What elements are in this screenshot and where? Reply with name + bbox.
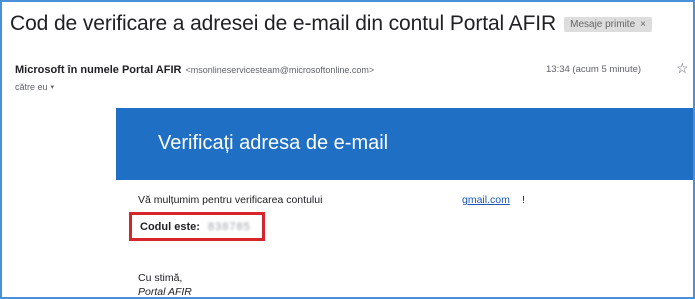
inbox-label-chip[interactable]: Mesaje primite × (564, 16, 652, 32)
banner-title: Verificați adresa de e-mail (158, 132, 389, 154)
thanks-text: Vă mulțumim pentru verificarea contului (138, 194, 323, 206)
code-label: Codul este: (140, 221, 200, 233)
sender-row: Microsoft în numele Portal AFIR <msonlin… (15, 64, 374, 76)
inbox-label-text: Mesaje primite (570, 18, 636, 30)
exclamation-mark: ! (522, 194, 525, 206)
message-body: Vă mulțumim pentru verificarea contului … (116, 180, 693, 298)
chevron-down-icon[interactable]: ▾ (51, 83, 55, 91)
close-icon[interactable]: × (640, 19, 646, 30)
signature: Portal AFIR (138, 286, 192, 298)
email-timestamp: 13:34 (acum 5 minute) (546, 64, 642, 75)
star-icon[interactable]: ☆ (676, 60, 689, 77)
sender-name[interactable]: Microsoft în numele Portal AFIR (15, 64, 181, 76)
subject-row: Cod de verificare a adresei de e-mail di… (10, 12, 652, 36)
recipient-row[interactable]: către eu ▾ (15, 82, 54, 92)
sender-email: <msonlineservicesteam@microsoftonline.co… (185, 65, 375, 75)
closing-text: Cu stimă, (138, 272, 183, 284)
email-subject: Cod de verificare a adresei de e-mail di… (10, 12, 557, 35)
verification-code: 838785 (208, 221, 251, 233)
verification-code-highlight: Codul este: 838785 (129, 212, 265, 241)
message-banner: Verificați adresa de e-mail (116, 108, 693, 180)
recipient-label: către eu (15, 82, 48, 92)
email-link[interactable]: gmail.com (462, 194, 510, 206)
